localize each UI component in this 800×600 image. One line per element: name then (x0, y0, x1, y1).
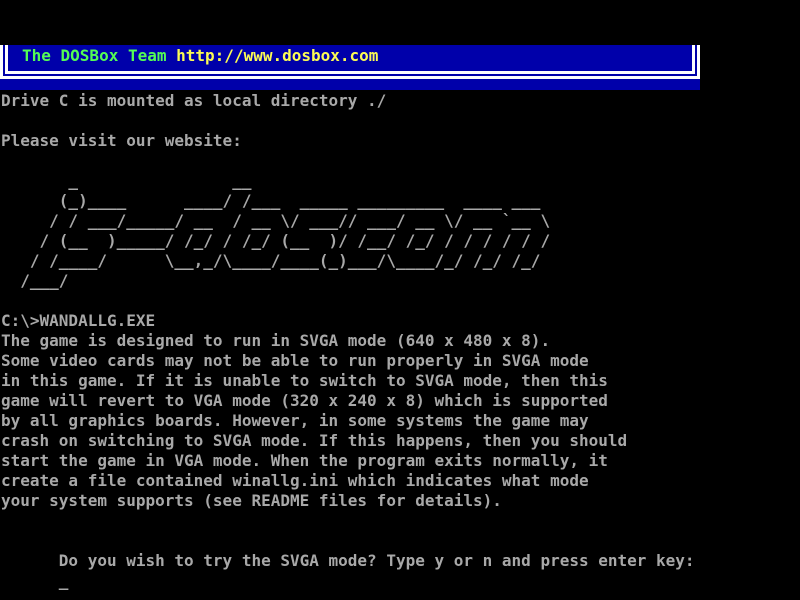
terminal-line (1, 511, 695, 531)
ascii-art-line: / / ___/_____/ __ / __ \/ ___// ___/ __ … (1, 211, 695, 231)
terminal-output: Drive C is mounted as local directory ./… (1, 91, 695, 551)
terminal-line: Drive C is mounted as local directory ./ (1, 91, 695, 111)
dosbox-url: http://www.dosbox.com (176, 46, 378, 65)
command-line: C:\>WANDALLG.EXE (1, 311, 695, 331)
text-cursor: _ (59, 571, 69, 590)
terminal-screen: The DOSBox Team http://www.dosbox.com Dr… (0, 0, 800, 600)
terminal-line: start the game in VGA mode. When the pro… (1, 451, 695, 471)
terminal-line (1, 111, 695, 131)
terminal-line: in this game. If it is unable to switch … (1, 371, 695, 391)
terminal-line: The game is designed to run in SVGA mode… (1, 331, 695, 351)
dosbox-banner: The DOSBox Team http://www.dosbox.com (0, 45, 700, 90)
command-prompt-line[interactable]: Do you wish to try the SVGA mode? Type y… (1, 531, 695, 551)
terminal-line (1, 151, 695, 171)
dosbox-team-label: The DOSBox Team (22, 46, 167, 65)
prompt-text: Do you wish to try the SVGA mode? Type y… (59, 551, 695, 570)
ascii-art-line: / (__ )_____/ /_/ / /_/ (__ )/ /__/ /_/ … (1, 231, 695, 251)
ascii-art-line: (_)____ ____/ /___ _____ _________ ____ … (1, 191, 695, 211)
terminal-line: Some video cards may not be able to run … (1, 351, 695, 371)
terminal-line: by all graphics boards. However, in some… (1, 411, 695, 431)
banner-box: The DOSBox Team http://www.dosbox.com (0, 45, 700, 79)
terminal-line: crash on switching to SVGA mode. If this… (1, 431, 695, 451)
terminal-line: Please visit our website: (1, 131, 695, 151)
terminal-line: create a file contained winallg.ini whic… (1, 471, 695, 491)
ascii-art-line: / /____/ \__,_/\____/____(_)___/\____/_/… (1, 251, 695, 271)
terminal-line (1, 291, 695, 311)
ascii-art-line: _ __ (1, 171, 695, 191)
ascii-art-line: /___/ (1, 271, 695, 291)
terminal-line: game will revert to VGA mode (320 x 240 … (1, 391, 695, 411)
banner-strip (0, 79, 700, 90)
terminal-line: your system supports (see README files f… (1, 491, 695, 511)
